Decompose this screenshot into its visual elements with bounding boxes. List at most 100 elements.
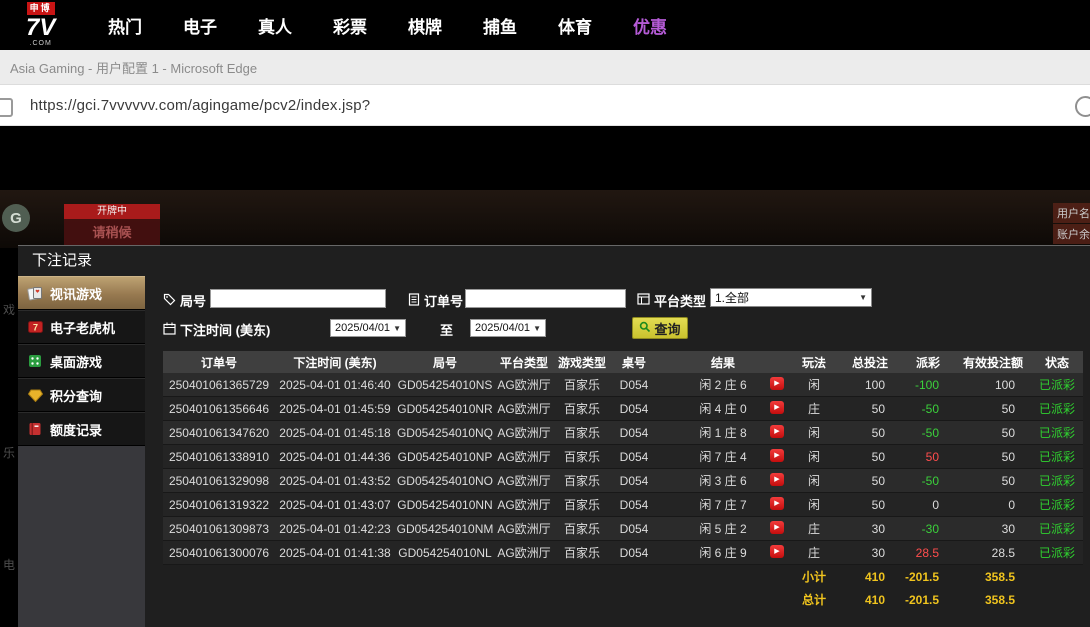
slot-icon: 7 [26, 320, 44, 334]
valid-bet-cell: 50 [955, 397, 1031, 421]
sidebar-item-1[interactable]: 视讯游戏 [18, 276, 145, 310]
table-row: 2504010613290982025-04-01 01:43:52GD0542… [163, 469, 1083, 493]
table-no-cell: D054 [611, 469, 657, 493]
order-no-input[interactable] [465, 289, 626, 308]
status-cell: 已派彩 [1031, 493, 1083, 517]
platform-type-label-group: 平台类型 [637, 291, 706, 310]
site-info-icon[interactable] [0, 98, 13, 117]
table-header-row: 订单号下注时间 (美东)局号平台类型游戏类型桌号结果玩法总投注派彩有效投注额状态 [163, 351, 1083, 373]
bet-records-panel: 下注记录 视讯游戏7电子老虎机桌面游戏积分查询额度记录 局号 订单号 [18, 245, 1090, 627]
total-bet-cell: 50 [839, 445, 901, 469]
panel-content: 局号 订单号 平台类型 1.全部 ▼ [145, 276, 1090, 627]
replay-icon[interactable]: ▶ [770, 473, 784, 486]
nav-item-1[interactable]: 热门 [108, 13, 142, 38]
col-header: 平台类型 [495, 351, 553, 373]
game-type-cell: 百家乐 [553, 541, 611, 565]
replay-icon[interactable]: ▶ [770, 449, 784, 462]
order-cell: 250401061329098 [163, 469, 275, 493]
replay-icon[interactable]: ▶ [770, 521, 784, 534]
date-to-select[interactable]: 2025/04/01 ▼ [470, 319, 546, 337]
nav-item-4[interactable]: 彩票 [333, 13, 367, 38]
col-header: 下注时间 (美东) [275, 351, 395, 373]
col-header: 有效投注额 [955, 351, 1031, 373]
table-row: 2504010613476202025-04-01 01:45:18GD0542… [163, 421, 1083, 445]
result-cell: 闲 6 庄 9▶ [657, 541, 789, 565]
sidebar-item-5[interactable]: 额度记录 [18, 412, 145, 446]
replay-icon[interactable]: ▶ [770, 377, 784, 390]
url-text[interactable]: https://gci.7vvvvvv.com/agingame/pcv2/in… [30, 97, 370, 114]
game-type-cell: 百家乐 [553, 373, 611, 397]
browser-title-bar: Asia Gaming - 用户配置 1 - Microsoft Edge [0, 50, 1090, 85]
dice-icon [26, 354, 44, 368]
logo-domain: .COM [30, 40, 52, 48]
order-cell: 250401061338910 [163, 445, 275, 469]
table-row: 2504010613098732025-04-01 01:42:23GD0542… [163, 517, 1083, 541]
status-cell: 已派彩 [1031, 517, 1083, 541]
sidebar-item-3[interactable]: 桌面游戏 [18, 344, 145, 378]
game-type-cell: 百家乐 [553, 397, 611, 421]
search-button[interactable]: 查询 [632, 317, 688, 339]
table-no-cell: D054 [611, 517, 657, 541]
sidebar-item-2[interactable]: 7电子老虎机 [18, 310, 145, 344]
balance-label: 账户余 [1053, 224, 1090, 244]
round-no-input[interactable] [210, 289, 386, 308]
order-cell: 250401061347620 [163, 421, 275, 445]
nav-item-8[interactable]: 优惠 [633, 13, 667, 38]
play-type-cell: 闲 [789, 445, 839, 469]
status-cell: 已派彩 [1031, 421, 1083, 445]
platform-type-select[interactable]: 1.全部 ▼ [710, 288, 872, 307]
payout-cell: 28.5 [901, 541, 955, 565]
total-row: 总计 410 -201.5 358.5 [163, 588, 1083, 611]
result-cell: 闲 2 庄 6▶ [657, 373, 789, 397]
result-cell: 闲 3 庄 6▶ [657, 469, 789, 493]
col-header: 游戏类型 [553, 351, 611, 373]
bg-menu-glyph: 乐 [3, 444, 15, 461]
browser-address-bar[interactable]: https://gci.7vvvvvv.com/agingame/pcv2/in… [0, 85, 1090, 126]
game-type-cell: 百家乐 [553, 517, 611, 541]
replay-icon[interactable]: ▶ [770, 425, 784, 438]
valid-bet-cell: 100 [955, 373, 1031, 397]
subtotal-row: 小计 410 -201.5 358.5 [163, 565, 1083, 589]
dealing-status-badge: 开牌中 请稍候 [64, 204, 160, 247]
round-cell: GD054254010NM [395, 517, 495, 541]
platform-cell: AG欧洲厅 [495, 373, 553, 397]
order-cell: 250401061309873 [163, 517, 275, 541]
total-bet-cell: 50 [839, 469, 901, 493]
svg-text:7: 7 [32, 323, 37, 333]
total-payout: -201.5 [901, 588, 955, 611]
nav-item-3[interactable]: 真人 [258, 13, 292, 38]
profile-icon[interactable] [1075, 96, 1090, 117]
site-logo[interactable]: 申博 7V .COM [26, 2, 55, 48]
nav-item-5[interactable]: 棋牌 [408, 13, 442, 38]
date-from-select[interactable]: 2025/04/01 ▼ [330, 319, 406, 337]
bet-time-cell: 2025-04-01 01:44:36 [275, 445, 395, 469]
platform-cell: AG欧洲厅 [495, 493, 553, 517]
platform-cell: AG欧洲厅 [495, 469, 553, 493]
bet-time-cell: 2025-04-01 01:45:18 [275, 421, 395, 445]
order-no-label: 订单号 [424, 291, 463, 310]
replay-icon[interactable]: ▶ [770, 401, 784, 414]
round-cell: GD054254010NL [395, 541, 495, 565]
nav-item-7[interactable]: 体育 [558, 13, 592, 38]
col-header: 玩法 [789, 351, 839, 373]
platform-cell: AG欧洲厅 [495, 445, 553, 469]
bet-time-cell: 2025-04-01 01:45:59 [275, 397, 395, 421]
nav-item-6[interactable]: 捕鱼 [483, 13, 517, 38]
payout-cell: -50 [901, 421, 955, 445]
chevron-down-icon: ▼ [393, 324, 401, 333]
bet-table: 订单号下注时间 (美东)局号平台类型游戏类型桌号结果玩法总投注派彩有效投注额状态… [163, 351, 1083, 611]
round-cell: GD054254010NQ [395, 421, 495, 445]
platform-cell: AG欧洲厅 [495, 421, 553, 445]
nav-item-2[interactable]: 电子 [183, 13, 217, 38]
order-cell: 250401061319322 [163, 493, 275, 517]
bet-time-cell: 2025-04-01 01:43:07 [275, 493, 395, 517]
subtotal-label: 小计 [789, 565, 839, 589]
replay-icon[interactable]: ▶ [770, 545, 784, 558]
bet-time-cell: 2025-04-01 01:42:23 [275, 517, 395, 541]
total-label: 总计 [789, 588, 839, 611]
bet-time-cell: 2025-04-01 01:46:40 [275, 373, 395, 397]
replay-icon[interactable]: ▶ [770, 497, 784, 510]
total-bet-cell: 50 [839, 421, 901, 445]
sidebar-item-4[interactable]: 积分查询 [18, 378, 145, 412]
site-nav-bar: 申博 7V .COM 热门 电子 真人 彩票 棋牌 捕鱼 体育 优惠 [0, 0, 1090, 50]
